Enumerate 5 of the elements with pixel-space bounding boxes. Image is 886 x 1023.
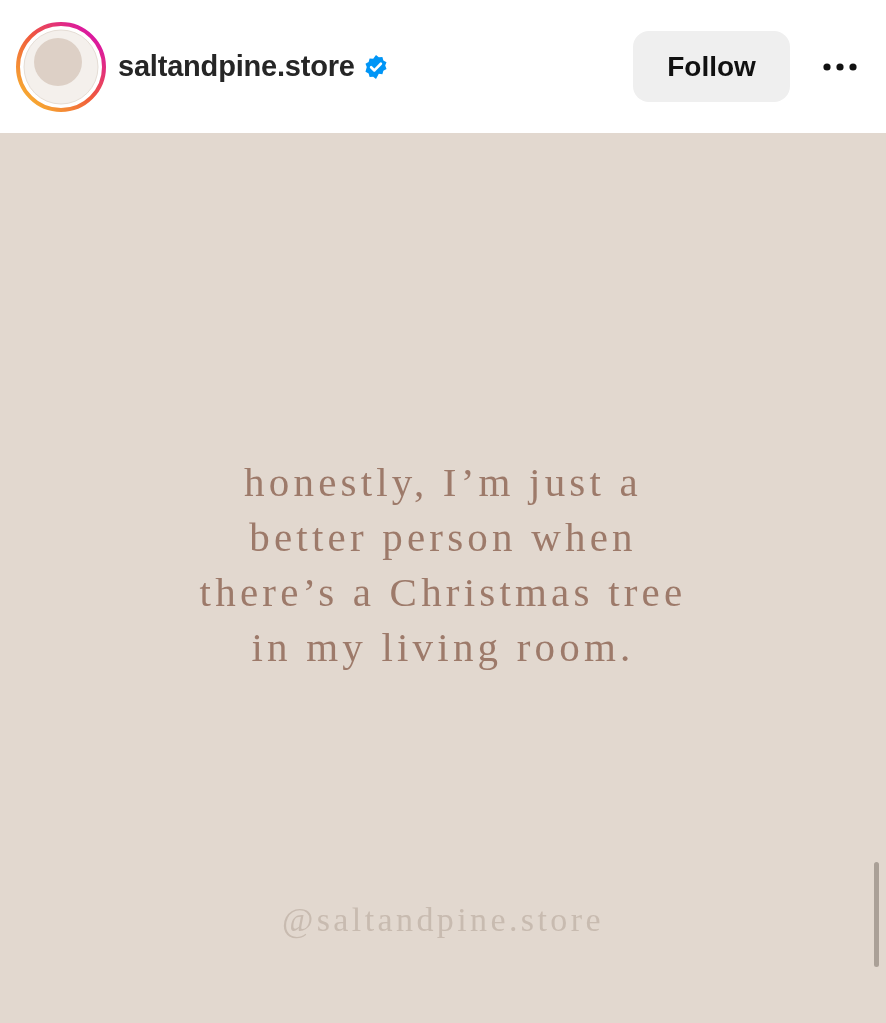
quote-text: honestly, I’m just a better person when there’s a Christmas tree in my living room.	[199, 457, 687, 672]
more-icon[interactable]	[822, 61, 858, 72]
username[interactable]: saltandpine.store	[118, 50, 355, 83]
avatar[interactable]	[16, 21, 106, 112]
follow-button[interactable]: Follow	[633, 31, 790, 102]
